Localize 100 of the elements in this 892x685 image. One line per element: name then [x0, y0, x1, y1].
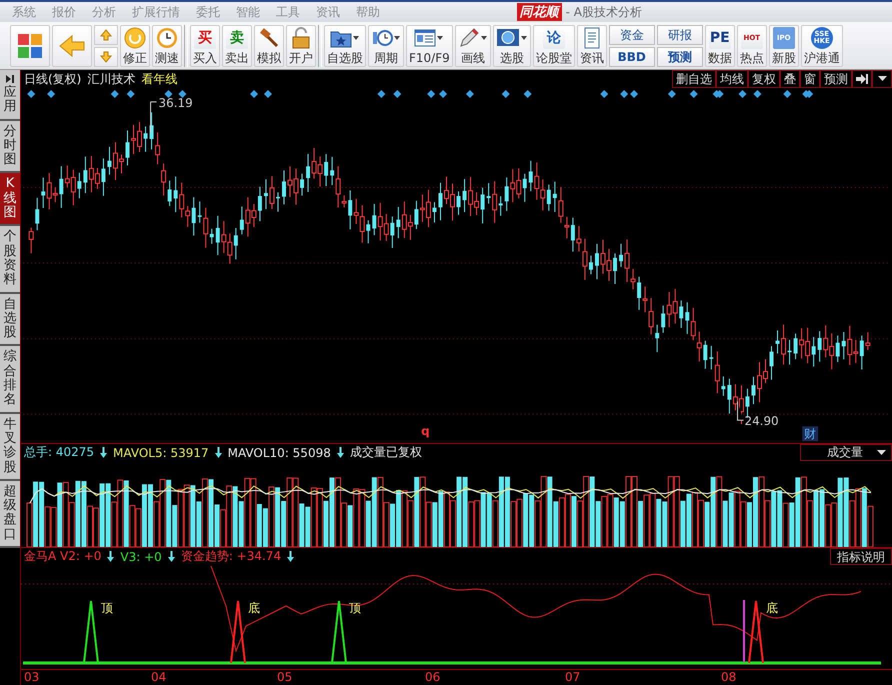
toolbar-button[interactable]: 买 买入 [190, 25, 220, 67]
window-title: - A股技术分析 [566, 4, 642, 20]
indicator-stat: V3: +0 [120, 550, 162, 564]
candlestick [126, 130, 130, 166]
toolbar-button[interactable]: F10/F9 [406, 25, 453, 67]
sidebar-tab[interactable]: 超级盘口 [0, 480, 20, 548]
price-leader-line [150, 101, 158, 134]
refresh-icon [124, 27, 146, 49]
down-arrow-icon [107, 551, 114, 562]
toolbar-button[interactable]: 资金 [608, 25, 655, 45]
chart-tool-button[interactable]: 均线 [716, 70, 748, 88]
chart-tool-button[interactable]: 复权 [748, 70, 780, 88]
signal-label: 底 [766, 600, 778, 615]
toolbar-button[interactable]: BBD [608, 47, 655, 67]
padlock-icon [290, 27, 312, 49]
caret-icon [393, 34, 401, 42]
caret-icon [877, 450, 886, 456]
scroll-up-button[interactable] [94, 25, 118, 45]
month-label: 03 [24, 670, 40, 684]
down-arrow-icon [336, 447, 344, 458]
toolbar-button[interactable] [10, 25, 50, 67]
event-marker: q [421, 424, 430, 438]
down-arrow-icon [168, 551, 175, 562]
candlestick [282, 170, 286, 205]
up-arrow-icon [100, 29, 112, 41]
toolbar-button[interactable]: 开户 [286, 25, 316, 67]
sidebar-tab[interactable]: 综合排名 [0, 346, 20, 414]
volume-stat: MAVOL5: 53917 [113, 446, 209, 460]
toolbar-button[interactable]: 周期 [368, 25, 404, 67]
month-label: 05 [277, 670, 292, 684]
colored-squares-icon [17, 33, 43, 59]
candlestick [276, 192, 280, 212]
document-window-icon [414, 27, 436, 49]
monitor-icon [496, 27, 520, 49]
toolbar-button[interactable]: 测速 [152, 25, 182, 67]
toolbar-button[interactable]: 资讯 [576, 25, 607, 67]
price-leader-line [737, 400, 744, 421]
candlestick [770, 346, 774, 380]
chart-tool-button[interactable]: 叠 [780, 70, 800, 88]
caret-icon [480, 34, 488, 42]
toolbar-button[interactable]: 自选股 [324, 25, 366, 67]
high-price-label: 36.19 [158, 96, 193, 110]
candle-clock-icon [371, 27, 393, 49]
expand-icon [5, 74, 15, 84]
chart-tool-button[interactable]: 预测 [820, 70, 852, 88]
toolbar-button[interactable]: 修正 [120, 25, 150, 67]
toolbar-button[interactable]: 选股 [492, 25, 531, 67]
month-label: 04 [151, 670, 166, 684]
sidebar-tab[interactable]: 自选股 [0, 294, 20, 346]
down-arrow-icon [100, 447, 108, 458]
candlestick [613, 252, 618, 285]
skip-end-button[interactable] [852, 70, 872, 88]
candlestick [751, 376, 756, 405]
document-icon [582, 27, 602, 49]
finance-marker: 财 [802, 426, 818, 442]
caret-icon [436, 34, 444, 42]
indicator-help-button[interactable]: 指标说明 [830, 548, 892, 566]
caret-icon [878, 76, 886, 82]
down-arrow-icon [100, 51, 112, 63]
gavel-icon [258, 27, 280, 49]
down-arrow-icon [214, 447, 222, 458]
low-price-label: 24.90 [744, 414, 779, 428]
signal-label: 底 [248, 600, 260, 615]
signal-line [743, 600, 745, 662]
chart-tool-button[interactable]: 窗 [800, 70, 820, 88]
volume-stat: 总手: 40275 [24, 444, 94, 462]
clock-icon [156, 27, 178, 49]
toolbar-button[interactable]: 论 论股堂 [532, 25, 575, 67]
month-label: 08 [721, 670, 736, 684]
toolbar-button[interactable]: 模拟 [254, 25, 284, 67]
signal-label: 顶 [101, 600, 113, 615]
toolbar-button[interactable]: 卖 卖出 [222, 25, 252, 67]
toolbar-button[interactable]: 画线 [454, 25, 491, 67]
caret-icon [352, 34, 360, 42]
caret-icon [520, 34, 528, 42]
candlestick [438, 182, 442, 221]
month-label: 07 [565, 670, 580, 684]
pencil-icon [458, 27, 480, 49]
sidebar-tab[interactable]: 分时图 [0, 120, 20, 174]
toolbar-button[interactable]: PE 数据 [704, 25, 735, 67]
left-arrow-icon [58, 34, 86, 58]
sidebar-tab[interactable]: K线图 [0, 173, 20, 226]
yearly-line-link[interactable]: 看年线 [141, 70, 178, 88]
sidebar-tab[interactable]: 牛叉诊股 [0, 414, 20, 481]
down-arrow-icon [287, 551, 294, 562]
dropdown-button[interactable] [872, 70, 892, 88]
scroll-down-button[interactable] [94, 47, 118, 67]
indicator-dropdown[interactable]: 成交量 [800, 444, 892, 462]
glyph-icon: 卖 [226, 27, 248, 49]
app-logo: 同花顺 [516, 3, 562, 21]
chart-tool-button[interactable]: 删自选 [672, 70, 716, 88]
sidebar-tab[interactable]: 应用 [0, 70, 20, 121]
volume-note: 成交量已复权 [350, 444, 422, 462]
toolbar-button[interactable] [52, 25, 92, 67]
sidebar-tab[interactable]: 个股资料 [0, 226, 20, 294]
volume-stat: MAVOL10: 55098 [228, 446, 331, 460]
toolbar-button[interactable]: 预测 [656, 47, 703, 67]
toolbar-button[interactable]: 研报 [656, 25, 703, 45]
indicator-stat: 资金趋势: +34.74 [180, 548, 282, 566]
indicator-stat: 金马A V2: +0 [24, 548, 102, 566]
